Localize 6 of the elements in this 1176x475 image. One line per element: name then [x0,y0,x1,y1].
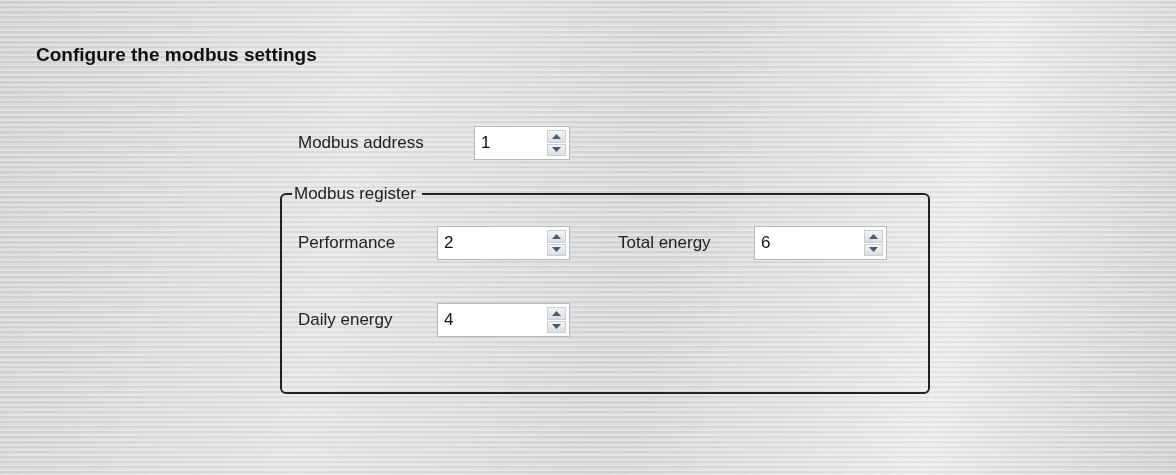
field-label: Performance [298,233,397,253]
field-label: Total energy [618,233,712,253]
group-title: Modbus register [293,184,417,204]
page-heading: Configure the modbus settings [36,44,318,66]
field-label: Daily energy [298,310,394,330]
field-label: Modbus address [298,133,425,153]
